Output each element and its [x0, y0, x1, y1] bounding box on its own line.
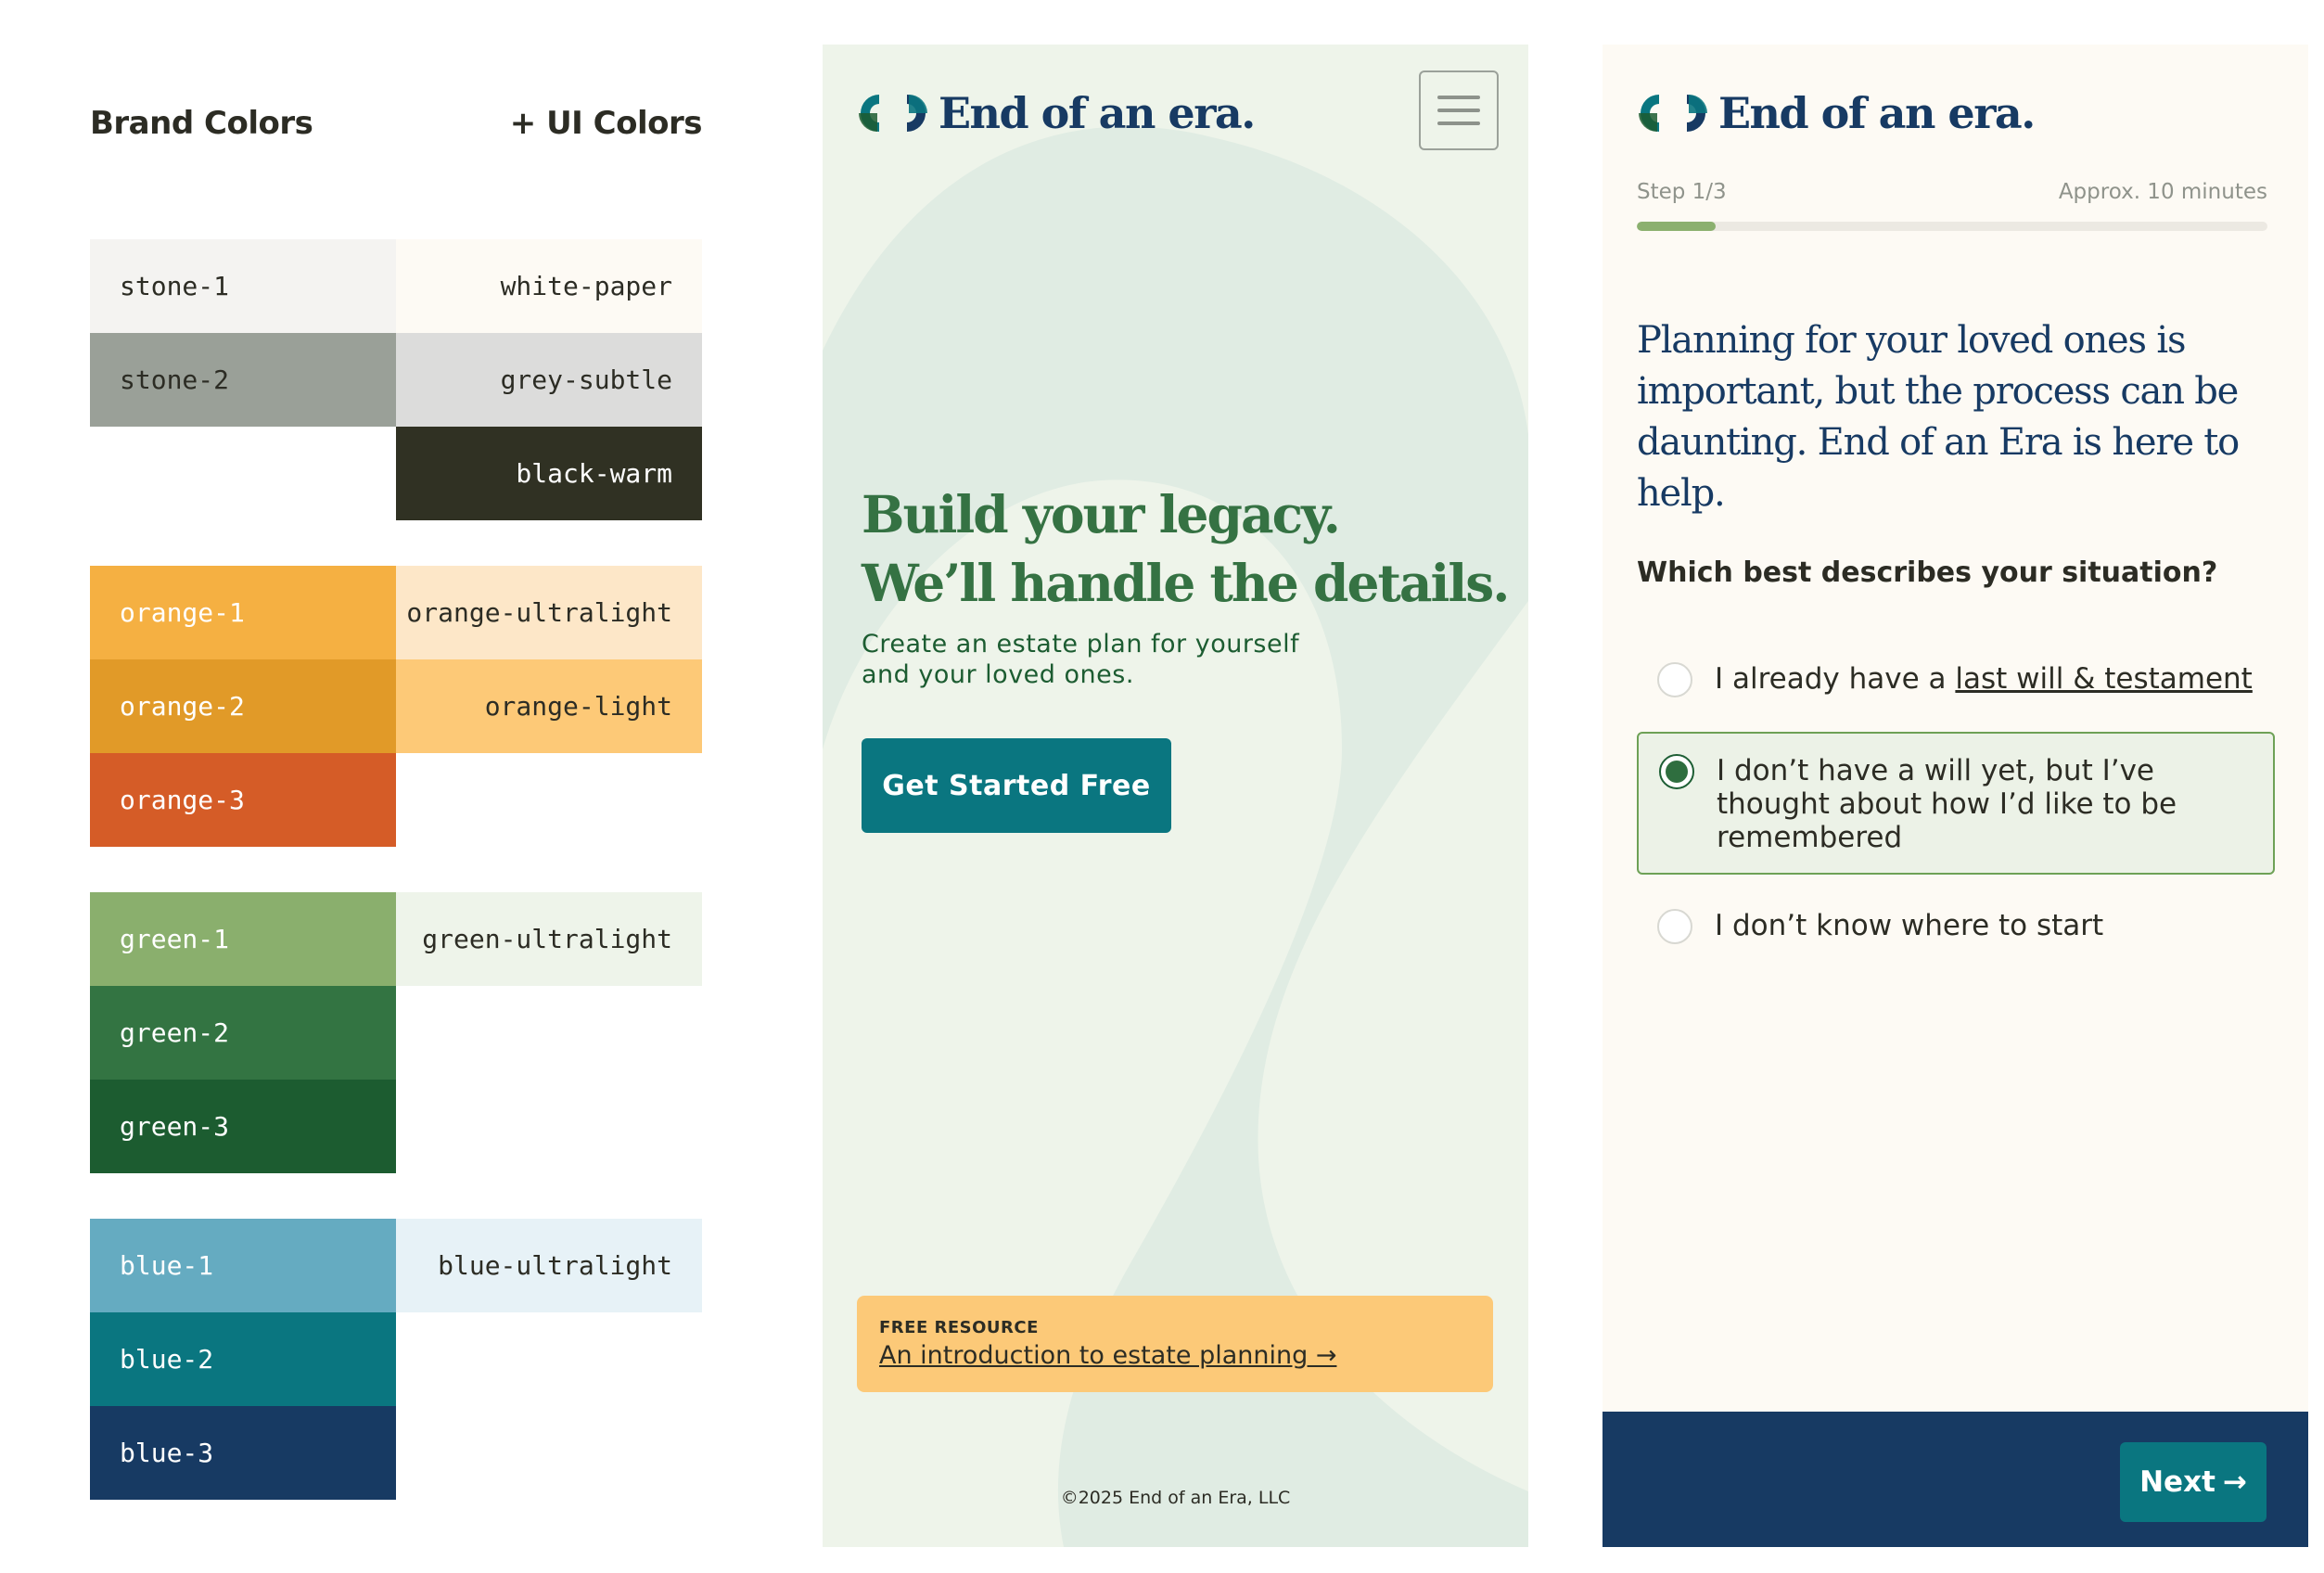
landing-logo[interactable]: End of an era.: [857, 88, 1256, 138]
get-started-button[interactable]: Get Started Free: [862, 738, 1171, 833]
hamburger-bar: [1437, 121, 1480, 125]
free-resource-banner: FREE RESOURCE An introduction to estate …: [857, 1296, 1493, 1392]
swatch-green-2: green-2: [90, 986, 396, 1080]
question-label: Which best describes your situation?: [1637, 556, 2218, 589]
step-info: Step 1/3 Approx. 10 minutes: [1637, 180, 2267, 204]
swatch-stone-2: stone-2: [90, 333, 396, 427]
hero-heading: Build your legacy. We’ll handle the deta…: [862, 480, 1511, 618]
landing-screen: End of an era. Build your legacy. We’ll …: [823, 45, 1528, 1547]
option-label: I already have a last will & testament: [1715, 662, 2253, 696]
option-label: I don’t have a will yet, but I’ve though…: [1717, 754, 2177, 854]
option-label: I don’t know where to start: [1715, 909, 2104, 942]
swatch-blue-3: blue-3: [90, 1406, 396, 1500]
resource-link[interactable]: An introduction to estate planning →: [879, 1341, 1471, 1370]
swatch-green-ultralight: green-ultralight: [396, 892, 702, 986]
arrow-right-icon: →: [2222, 1465, 2247, 1499]
ui-colors-heading: + UI Colors: [509, 105, 703, 142]
color-palette: Brand Colors + UI Colors stone-1 white-p…: [90, 0, 703, 1573]
last-will-link[interactable]: last will & testament: [1955, 662, 2252, 696]
logo-wordmark: End of an era.: [1718, 88, 2036, 138]
swatch-blue-2: blue-2: [90, 1312, 396, 1406]
intro-text: Planning for your loved ones is importan…: [1637, 319, 2240, 515]
swatch-blue-1: blue-1: [90, 1219, 396, 1312]
copyright-text: ©2025 End of an Era, LLC: [1060, 1488, 1291, 1508]
option-prefix: I already have a: [1715, 662, 1956, 696]
two-crescents-logo-icon: [1639, 95, 1707, 132]
radio-button[interactable]: [1657, 909, 1692, 944]
step-label: Step 1/3: [1637, 180, 1727, 204]
progress-bar: [1637, 222, 2267, 231]
swatch-orange-2: orange-2: [90, 659, 396, 753]
resource-tag: FREE RESOURCE: [879, 1318, 1039, 1337]
hero-heading-line1: Build your legacy.: [862, 484, 1341, 544]
brand-colors-heading: Brand Colors: [90, 105, 313, 142]
swatch-blue-ultralight: blue-ultralight: [396, 1219, 702, 1312]
hamburger-menu-icon: [1437, 96, 1480, 99]
swatch-orange-light: orange-light: [396, 659, 702, 753]
time-estimate: Approx. 10 minutes: [2058, 180, 2267, 204]
swatch-green-1: green-1: [90, 892, 396, 986]
progress-fill: [1637, 222, 1716, 231]
next-label: Next: [2139, 1465, 2215, 1499]
swatch-grey-subtle: grey-subtle: [396, 333, 702, 427]
option-dont-know[interactable]: I don’t know where to start: [1637, 909, 2275, 944]
option-have-will[interactable]: I already have a last will & testament: [1637, 662, 2275, 697]
two-crescents-logo-icon: [859, 95, 927, 132]
radio-button-selected[interactable]: [1659, 754, 1694, 789]
hamburger-bar: [1437, 109, 1480, 112]
swatch-black-warm: black-warm: [396, 427, 702, 520]
logo-wordmark: End of an era.: [939, 88, 1256, 138]
hamburger-menu-button[interactable]: [1419, 70, 1499, 150]
swatch-orange-ultralight: orange-ultralight: [396, 566, 702, 659]
radio-dot: [1666, 761, 1688, 783]
swatch-green-3: green-3: [90, 1080, 396, 1173]
hero-heading-line2: We’ll handle the details.: [862, 553, 1510, 613]
next-button[interactable]: Next →: [2120, 1442, 2267, 1522]
swatch-stone-1: stone-1: [90, 239, 396, 333]
hero-subheading: Create an estate plan for yourself and y…: [862, 630, 1300, 689]
questionnaire-logo[interactable]: End of an era.: [1637, 88, 2036, 138]
option-no-will-yet[interactable]: I don’t have a will yet, but I’ve though…: [1637, 732, 2275, 875]
swatch-orange-1: orange-1: [90, 566, 396, 659]
swatch-white-paper: white-paper: [396, 239, 702, 333]
radio-button[interactable]: [1657, 662, 1692, 697]
swatch-orange-3: orange-3: [90, 753, 396, 847]
questionnaire-screen: End of an era. Step 1/3 Approx. 10 minut…: [1603, 45, 2308, 1547]
